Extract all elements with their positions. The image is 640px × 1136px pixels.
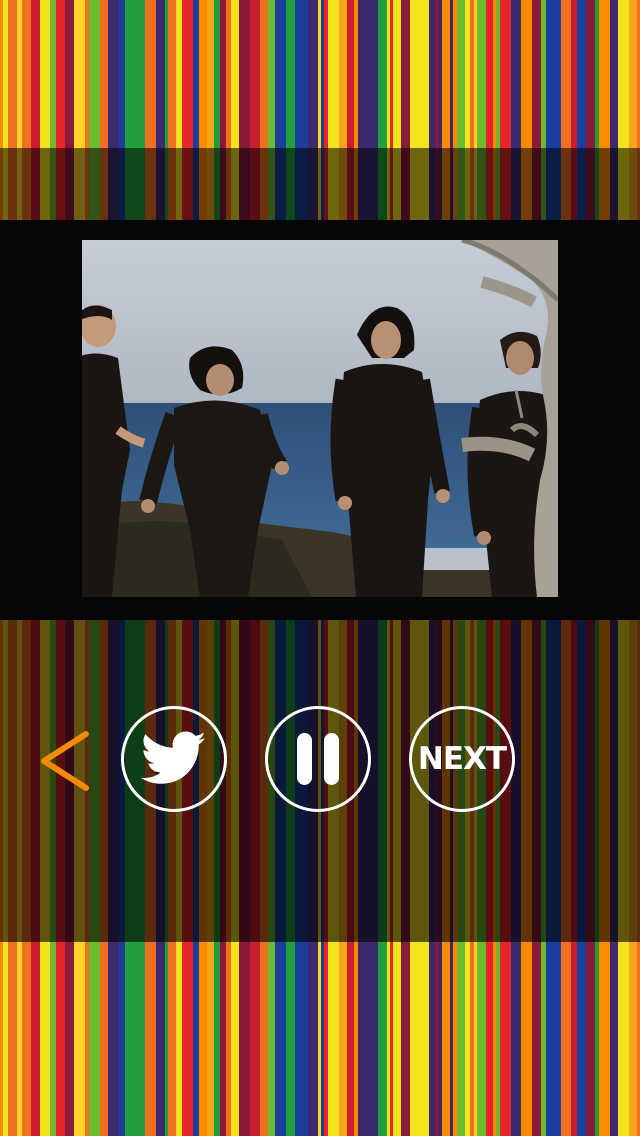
video-still <box>82 240 558 597</box>
video-frame[interactable] <box>82 240 558 597</box>
pause-button[interactable] <box>265 706 371 812</box>
back-button[interactable] <box>30 722 100 800</box>
music-video-player-screen: NEXT <box>0 0 640 1136</box>
pause-icon <box>297 733 339 785</box>
player-controls: NEXT <box>0 700 640 824</box>
next-label: NEXT <box>417 740 507 777</box>
next-button[interactable]: NEXT <box>409 706 515 812</box>
twitter-share-button[interactable] <box>121 706 227 812</box>
chevron-left-icon <box>41 731 89 791</box>
top-dark-band <box>0 148 640 220</box>
twitter-bird-icon <box>141 731 206 784</box>
